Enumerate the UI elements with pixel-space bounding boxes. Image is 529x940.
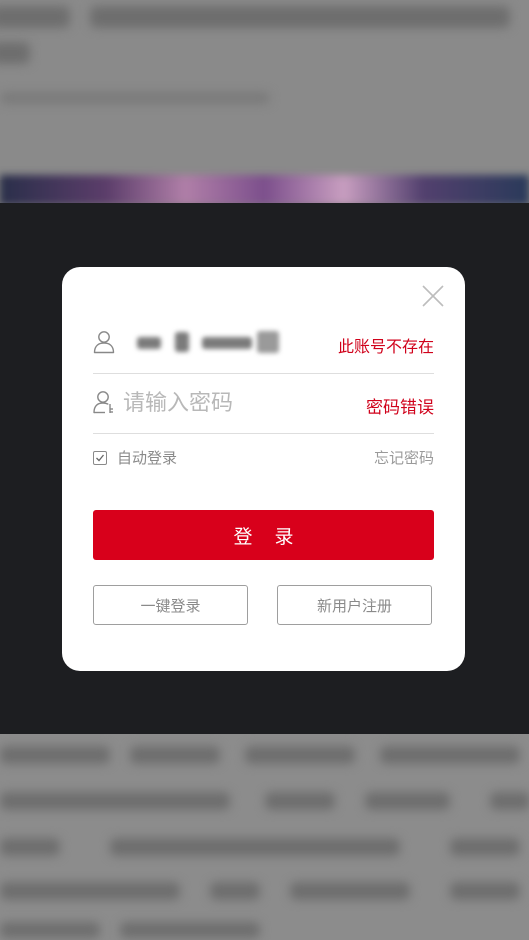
auto-login-checkbox[interactable]: 自动登录	[93, 447, 177, 468]
close-button[interactable]	[420, 283, 446, 309]
auto-login-label: 自动登录	[117, 449, 178, 467]
forgot-password-link[interactable]: 忘记密码	[374, 447, 434, 468]
blurred-text	[0, 922, 100, 938]
blurred-text	[365, 792, 450, 810]
background-page-content	[0, 734, 529, 940]
blurred-text	[120, 922, 260, 938]
blurred-text	[450, 838, 520, 856]
blurred-text	[210, 882, 260, 900]
blurred-text	[130, 746, 220, 764]
user-icon	[93, 331, 115, 354]
password-input[interactable]	[123, 387, 333, 419]
blurred-text	[245, 746, 355, 764]
password-error-message: 密码错误	[366, 398, 434, 418]
register-button[interactable]: 新用户注册	[277, 585, 432, 625]
blurred-text	[0, 746, 110, 764]
blurred-text	[90, 6, 510, 28]
login-options-row: 自动登录 忘记密码	[93, 447, 434, 471]
background-page-header	[0, 0, 529, 180]
username-error-message: 此账号不存在	[337, 337, 434, 356]
login-modal: 此账号不存在 密码错误 自动登录 忘记密码 登录 一键登录 新用户注册	[62, 267, 465, 671]
blurred-text	[0, 838, 60, 856]
password-field: 密码错误	[93, 373, 434, 434]
blurred-text	[490, 792, 529, 810]
close-icon	[422, 285, 444, 307]
blurred-text	[110, 838, 400, 856]
blurred-text	[265, 792, 335, 810]
blurred-text	[0, 792, 230, 810]
user-key-icon	[93, 391, 113, 414]
blurred-text	[290, 882, 410, 900]
background-image	[0, 175, 529, 205]
checkbox-checked-icon	[93, 451, 107, 465]
login-button[interactable]: 登录	[93, 510, 434, 560]
blurred-text	[0, 882, 180, 900]
blurred-text	[0, 6, 70, 28]
username-field: 此账号不存在	[93, 313, 434, 374]
blurred-text	[380, 746, 520, 764]
one-click-login-button[interactable]: 一键登录	[93, 585, 248, 625]
blurred-text	[450, 882, 520, 900]
blurred-text	[0, 42, 30, 64]
username-value-obscured[interactable]	[127, 327, 287, 359]
blurred-text	[0, 92, 270, 104]
